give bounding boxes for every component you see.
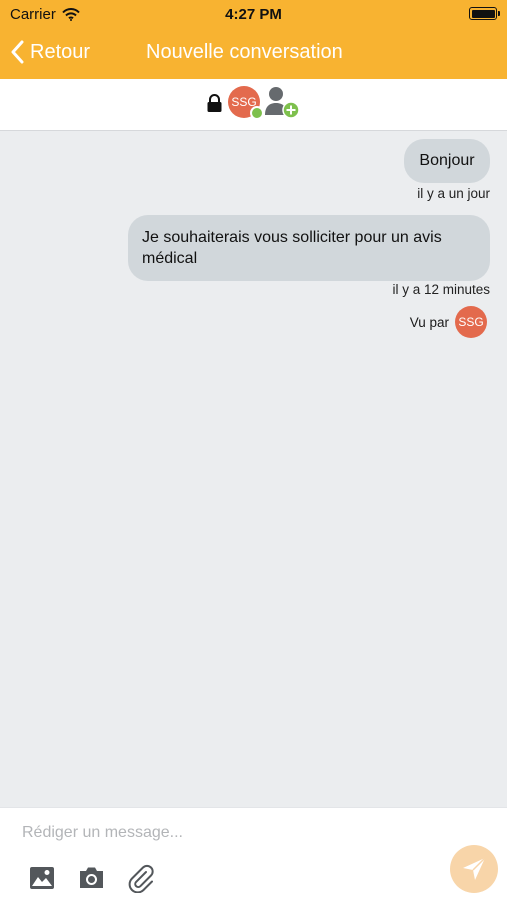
message-composer [0, 807, 507, 900]
back-button[interactable]: Retour [10, 40, 90, 64]
reader-avatar: SSG [455, 306, 487, 338]
online-indicator [250, 106, 264, 120]
paperclip-icon[interactable] [126, 863, 156, 893]
back-label: Retour [30, 40, 91, 63]
camera-icon[interactable] [78, 866, 105, 889]
send-button[interactable] [450, 845, 498, 893]
lock-icon [207, 94, 222, 112]
read-receipt-label: Vu par [409, 314, 449, 330]
nav-bar: Retour Nouvelle conversation [0, 28, 507, 79]
message-bubble[interactable]: Bonjour [404, 139, 490, 183]
add-participant-icon[interactable] [264, 85, 302, 121]
message-timestamp: il y a 12 minutes [392, 282, 490, 297]
message-bubble[interactable]: Je souhaiterais vous solliciter pour un … [128, 215, 490, 281]
message-timestamp: il y a un jour [417, 186, 490, 201]
message-list[interactable]: Bonjour il y a un jour Je souhaiterais v… [0, 131, 507, 807]
send-icon [463, 857, 486, 880]
status-bar: Carrier 4:27 PM [0, 0, 507, 28]
battery-icon [469, 7, 500, 20]
image-icon[interactable] [29, 866, 55, 890]
clock: 4:27 PM [225, 6, 282, 23]
participants-bar: SSG [0, 79, 507, 131]
page-title: Nouvelle conversation [146, 41, 343, 63]
read-receipt: Vu par SSG [410, 306, 487, 338]
chevron-left-icon [11, 40, 24, 64]
message-input[interactable] [22, 820, 422, 846]
